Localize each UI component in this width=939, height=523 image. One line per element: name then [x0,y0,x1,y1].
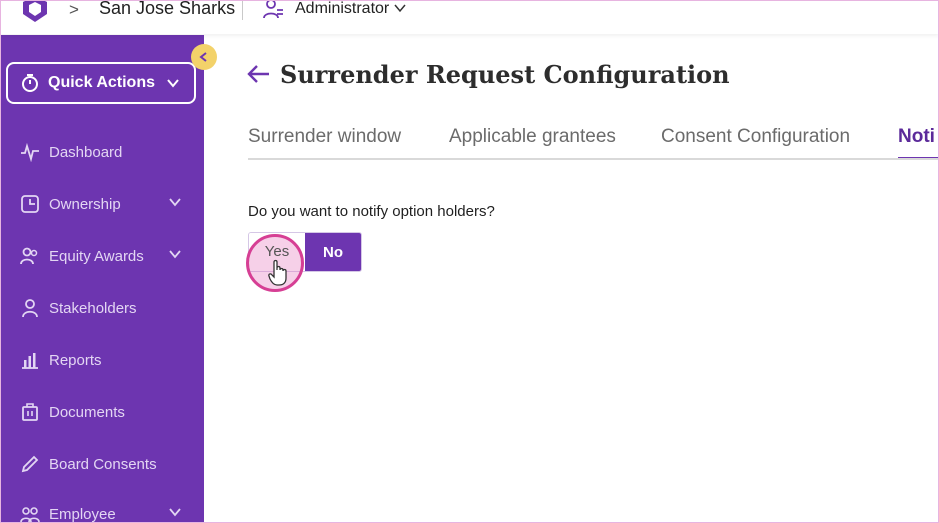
sidebar-item-ownership[interactable]: Ownership [0,186,204,222]
sidebar-item-label: Reports [49,351,102,369]
user-icon [20,298,40,318]
sidebar-item-label: Dashboard [49,143,123,161]
sidebar-item-label: Documents [49,403,125,421]
quick-actions-button[interactable]: Quick Actions [6,62,196,104]
page-title: Surrender Request Configuration [280,60,730,89]
user-role-icon [263,0,283,19]
back-arrow-icon[interactable] [247,63,271,85]
tab-consent-configuration[interactable]: Consent Configuration [661,126,850,148]
sidebar-item-reports[interactable]: Reports [0,342,204,378]
users-icon [20,246,40,266]
sidebar-item-label: Ownership [49,195,121,213]
tab-applicable-grantees[interactable]: Applicable grantees [449,126,616,148]
tab-bar: Surrender window Applicable grantees Con… [248,120,939,160]
active-tab-indicator [898,157,939,158]
sidebar-item-employee[interactable]: Employee [0,496,204,523]
pen-icon [20,454,40,474]
sidebar-item-equity-awards[interactable]: Equity Awards [0,238,204,274]
header-divider [242,0,243,20]
sidebar-item-label: Equity Awards [49,247,144,265]
quick-actions-label: Quick Actions [48,74,155,91]
collapse-sidebar-button[interactable] [191,44,217,70]
hand-cursor-icon [268,259,287,286]
tab-surrender-window[interactable]: Surrender window [248,126,401,148]
organization-name[interactable]: San Jose Sharks [99,0,235,19]
sidebar-item-documents[interactable]: Documents [0,394,204,430]
notify-question-label: Do you want to notify option holders? [248,203,495,220]
sidebar-item-label: Employee [49,505,116,523]
sidebar-item-label: Board Consents [49,455,157,473]
chevron-down-icon[interactable] [168,249,182,259]
app-logo-icon[interactable] [20,0,50,24]
breadcrumb-separator: > [69,0,79,19]
documents-icon [20,402,40,422]
toggle-yes-label: Yes [264,243,290,260]
chevron-down-icon[interactable] [393,1,407,15]
sidebar-item-board-consents[interactable]: Board Consents [0,446,204,482]
sidebar-item-label: Stakeholders [49,299,137,317]
bar-chart-icon [20,350,40,370]
role-selector[interactable]: Administrator [295,0,389,18]
stopwatch-icon [22,74,38,92]
sidebar-item-dashboard[interactable]: Dashboard [0,134,204,170]
top-bar: > San Jose Sharks Administrator [0,0,939,34]
tab-notifications[interactable]: Noti [898,126,935,148]
chevron-left-icon [199,52,207,62]
chevron-down-icon[interactable] [168,197,182,207]
chevron-down-icon[interactable] [168,507,182,517]
pulse-icon [20,142,40,162]
sidebar: Quick Actions Dashboard Ownership Equity… [0,35,204,523]
chevron-down-icon [167,79,179,88]
sidebar-item-stakeholders[interactable]: Stakeholders [0,290,204,326]
people-icon [20,504,40,523]
pie-chart-icon [20,194,40,214]
toggle-no-button[interactable]: No [305,233,361,271]
